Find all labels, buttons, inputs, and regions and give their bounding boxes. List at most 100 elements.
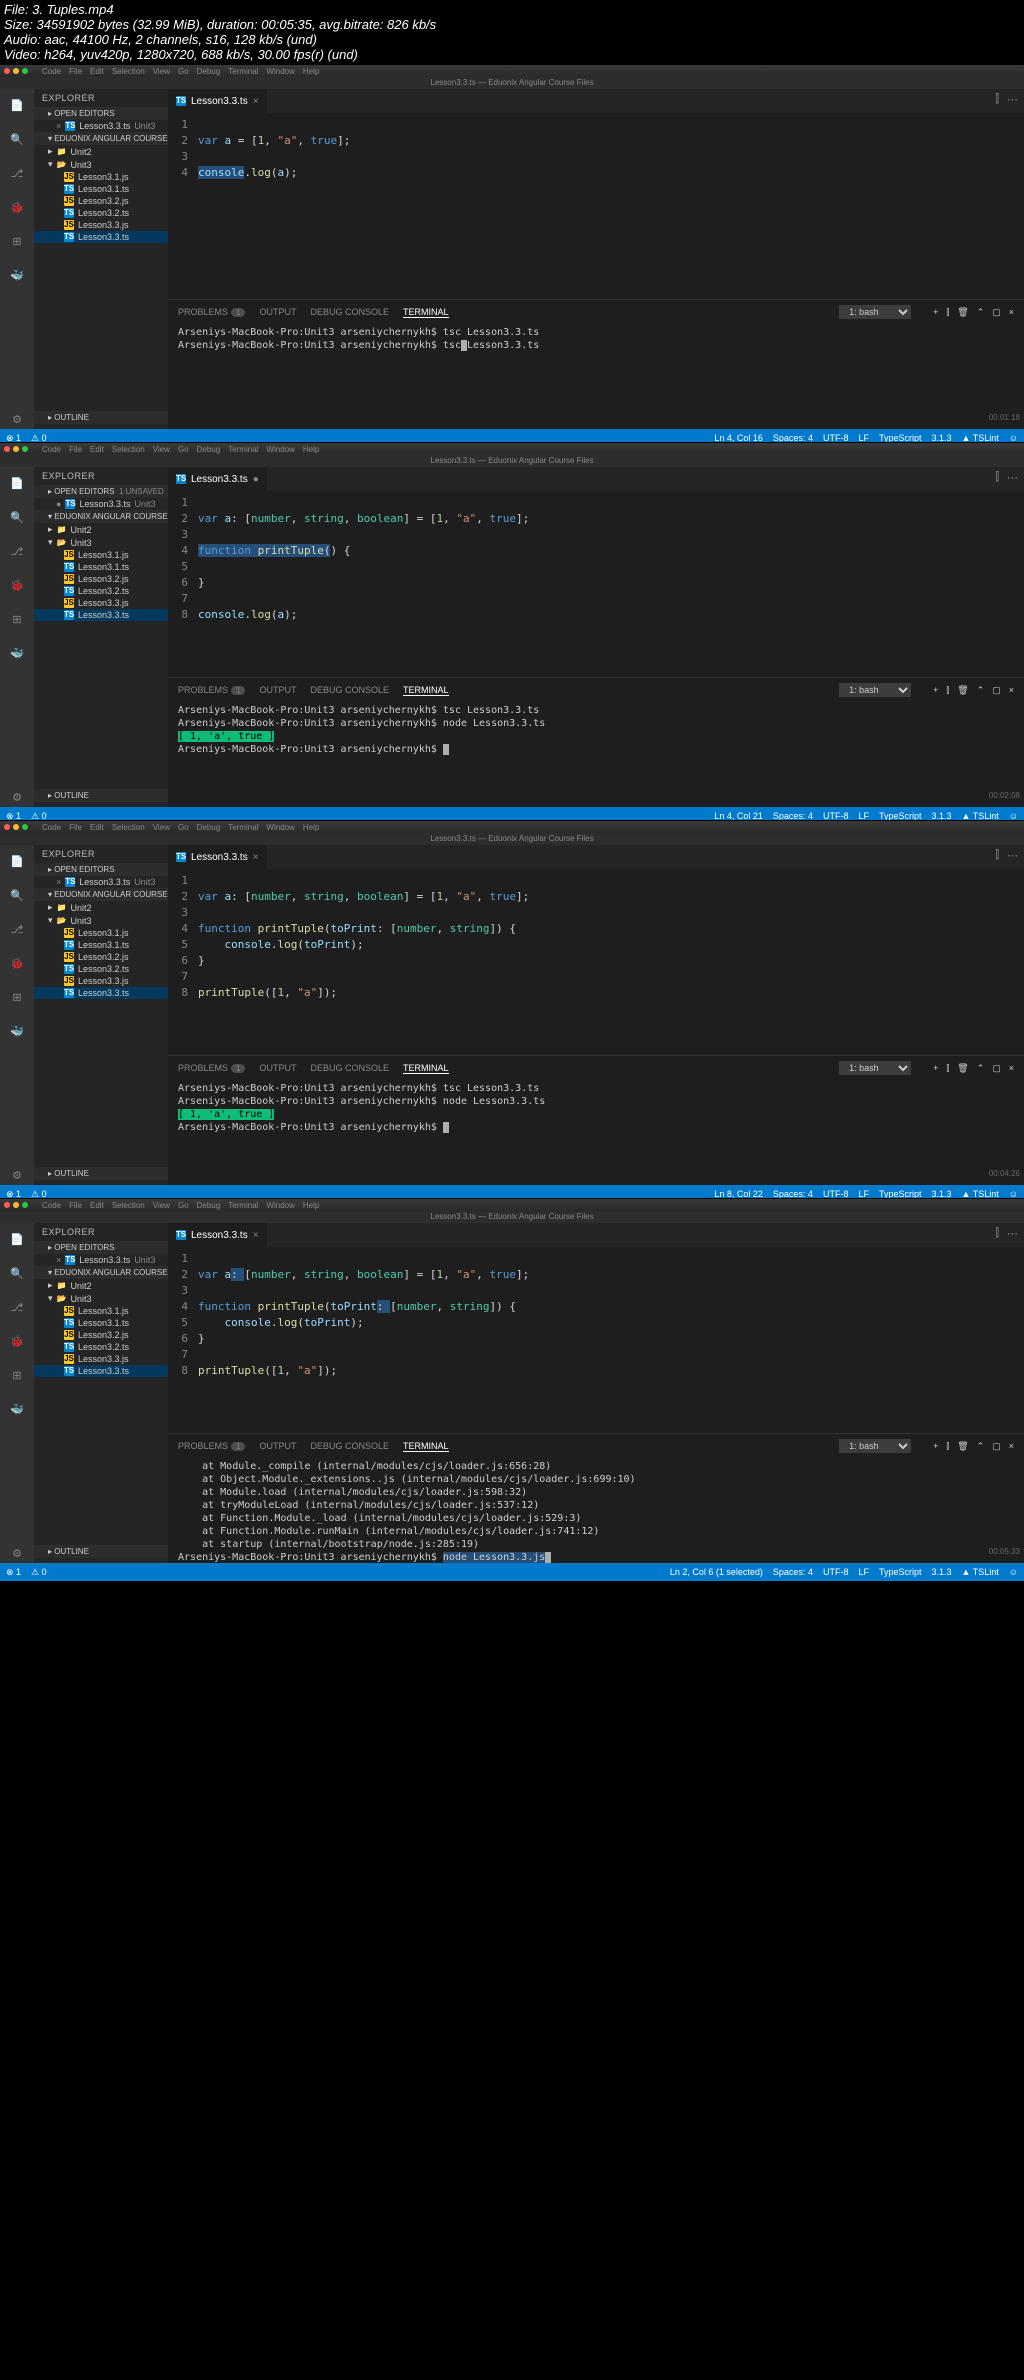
terminal-selector[interactable]: 1: bash bbox=[839, 1439, 911, 1453]
trash-icon[interactable]: 🗑 bbox=[957, 685, 968, 696]
terminal-output[interactable]: at Module._compile (internal/modules/cjs… bbox=[168, 1458, 1024, 1563]
split-terminal-icon[interactable]: ⫿ bbox=[946, 1441, 949, 1452]
open-editor-item[interactable]: × TS Lesson3.3.ts Unit3 bbox=[34, 1254, 168, 1266]
menu-item[interactable]: Debug bbox=[197, 1201, 221, 1210]
file-item[interactable]: TS Lesson3.2.ts bbox=[34, 1341, 168, 1353]
menu-item[interactable]: Help bbox=[303, 823, 319, 832]
file-item[interactable]: TS Lesson3.2.ts bbox=[34, 963, 168, 975]
menu-item[interactable]: Selection bbox=[112, 1201, 145, 1210]
maximize-icon[interactable]: ▢ bbox=[992, 307, 1001, 318]
menu-item[interactable]: Window bbox=[266, 1201, 294, 1210]
file-item[interactable]: TS Lesson3.3.ts bbox=[34, 231, 168, 243]
file-item[interactable]: JS Lesson3.2.js bbox=[34, 1329, 168, 1341]
output-tab[interactable]: OUTPUT bbox=[259, 307, 296, 317]
terminal-selector[interactable]: 1: bash bbox=[839, 305, 911, 319]
code-area[interactable]: 1234 var a = [1, "a", true]; console.log… bbox=[168, 113, 1024, 299]
menu-item[interactable]: Debug bbox=[197, 823, 221, 832]
status-feedback[interactable]: ☺ bbox=[1009, 1567, 1018, 1577]
trash-icon[interactable]: 🗑 bbox=[957, 307, 968, 318]
file-item[interactable]: JS Lesson3.3.js bbox=[34, 1353, 168, 1365]
window-controls[interactable] bbox=[4, 68, 28, 74]
debug-console-tab[interactable]: DEBUG CONSOLE bbox=[310, 1441, 389, 1451]
folder-unit3[interactable]: ▾ 📂 Unit3 bbox=[34, 158, 168, 171]
menu-item[interactable]: Window bbox=[266, 823, 294, 832]
folder-unit2[interactable]: ▸ 📁 Unit2 bbox=[34, 523, 168, 536]
file-item[interactable]: JS Lesson3.1.js bbox=[34, 1305, 168, 1317]
file-item[interactable]: JS Lesson3.2.js bbox=[34, 195, 168, 207]
trash-icon[interactable]: 🗑 bbox=[957, 1063, 968, 1074]
split-terminal-icon[interactable]: ⫿ bbox=[946, 1063, 949, 1074]
file-item[interactable]: TS Lesson3.1.ts bbox=[34, 1317, 168, 1329]
close-panel-icon[interactable]: × bbox=[1009, 307, 1014, 318]
extensions-icon[interactable]: ⊞ bbox=[7, 609, 27, 629]
menu-item[interactable]: View bbox=[153, 445, 170, 454]
debug-console-tab[interactable]: DEBUG CONSOLE bbox=[310, 685, 389, 695]
file-item[interactable]: TS Lesson3.1.ts bbox=[34, 939, 168, 951]
docker-icon[interactable]: 🐳 bbox=[7, 1021, 27, 1041]
explorer-icon[interactable]: 📄 bbox=[7, 1229, 27, 1249]
menu-item[interactable]: Terminal bbox=[228, 823, 258, 832]
menu-item[interactable]: Edit bbox=[90, 67, 104, 76]
file-item[interactable]: TS Lesson3.3.ts bbox=[34, 1365, 168, 1377]
gear-icon[interactable]: ⚙ bbox=[7, 1165, 27, 1185]
new-terminal-icon[interactable]: + bbox=[933, 685, 938, 696]
editor-tab[interactable]: TSLesson3.3.ts× bbox=[168, 89, 267, 113]
file-item[interactable]: JS Lesson3.3.js bbox=[34, 597, 168, 609]
open-editor-item[interactable]: × TS Lesson3.3.ts Unit3 bbox=[34, 120, 168, 132]
debug-icon[interactable]: 🐞 bbox=[7, 1331, 27, 1351]
menu-item[interactable]: Help bbox=[303, 1201, 319, 1210]
menu-item[interactable]: Selection bbox=[112, 445, 145, 454]
chevron-up-icon[interactable]: ⌃ bbox=[977, 685, 985, 696]
menu-item[interactable]: Go bbox=[178, 445, 189, 454]
status-spaces[interactable]: Spaces: 4 bbox=[773, 1567, 813, 1577]
menu-item[interactable]: File bbox=[69, 445, 82, 454]
more-icon[interactable]: ⋯ bbox=[1007, 471, 1018, 484]
outline-section[interactable]: ▸ OUTLINE bbox=[34, 789, 168, 802]
menu-item[interactable]: Debug bbox=[197, 445, 221, 454]
status-tslint[interactable]: ▲ TSLint bbox=[962, 1567, 999, 1577]
status-language[interactable]: TypeScript bbox=[879, 1567, 922, 1577]
gear-icon[interactable]: ⚙ bbox=[7, 1543, 27, 1563]
status-errors[interactable]: ⊗ 1 bbox=[6, 1567, 21, 1578]
split-terminal-icon[interactable]: ⫿ bbox=[946, 307, 949, 318]
folder-unit3[interactable]: ▾ 📂 Unit3 bbox=[34, 536, 168, 549]
close-icon[interactable]: × bbox=[253, 96, 259, 107]
output-tab[interactable]: OUTPUT bbox=[259, 1441, 296, 1451]
output-tab[interactable]: OUTPUT bbox=[259, 1063, 296, 1073]
chevron-up-icon[interactable]: ⌃ bbox=[977, 1441, 985, 1452]
terminal-output[interactable]: Arseniys-MacBook-Pro:Unit3 arseniycherny… bbox=[168, 702, 1024, 807]
search-icon[interactable]: 🔍 bbox=[7, 885, 27, 905]
folder-unit2[interactable]: ▸ 📁 Unit2 bbox=[34, 1279, 168, 1292]
scm-icon[interactable]: ⎇ bbox=[7, 1297, 27, 1317]
project-section[interactable]: ▾ EDUONIX ANGULAR COURSE FILES bbox=[34, 510, 168, 523]
file-item[interactable]: JS Lesson3.1.js bbox=[34, 927, 168, 939]
split-icon[interactable]: ⫿ bbox=[995, 1227, 999, 1240]
problems-tab[interactable]: PROBLEMS 1 bbox=[178, 307, 245, 317]
folder-unit2[interactable]: ▸ 📁 Unit2 bbox=[34, 901, 168, 914]
project-section[interactable]: ▾ EDUONIX ANGULAR COURSE FILES bbox=[34, 1266, 168, 1279]
terminal-tab[interactable]: TERMINAL bbox=[403, 1441, 449, 1452]
explorer-icon[interactable]: 📄 bbox=[7, 851, 27, 871]
more-icon[interactable]: ⋯ bbox=[1007, 93, 1018, 106]
close-icon[interactable]: × bbox=[253, 1230, 259, 1241]
split-icon[interactable]: ⫿ bbox=[995, 471, 999, 484]
menu-item[interactable]: Edit bbox=[90, 823, 104, 832]
terminal-tab[interactable]: TERMINAL bbox=[403, 1063, 449, 1074]
problems-tab[interactable]: PROBLEMS 1 bbox=[178, 685, 245, 695]
file-item[interactable]: JS Lesson3.3.js bbox=[34, 975, 168, 987]
close-icon[interactable]: ● bbox=[253, 474, 259, 485]
file-item[interactable]: JS Lesson3.2.js bbox=[34, 951, 168, 963]
new-terminal-icon[interactable]: + bbox=[933, 307, 938, 318]
file-item[interactable]: TS Lesson3.1.ts bbox=[34, 561, 168, 573]
terminal-tab[interactable]: TERMINAL bbox=[403, 685, 449, 696]
terminal-output[interactable]: Arseniys-MacBook-Pro:Unit3 arseniycherny… bbox=[168, 1080, 1024, 1185]
status-encoding[interactable]: UTF-8 bbox=[823, 1567, 849, 1577]
menu-item[interactable]: Selection bbox=[112, 823, 145, 832]
debug-icon[interactable]: 🐞 bbox=[7, 575, 27, 595]
search-icon[interactable]: 🔍 bbox=[7, 1263, 27, 1283]
extensions-icon[interactable]: ⊞ bbox=[7, 987, 27, 1007]
explorer-icon[interactable]: 📄 bbox=[7, 473, 27, 493]
menu-item[interactable]: View bbox=[153, 67, 170, 76]
debug-console-tab[interactable]: DEBUG CONSOLE bbox=[310, 1063, 389, 1073]
menu-item[interactable]: File bbox=[69, 67, 82, 76]
